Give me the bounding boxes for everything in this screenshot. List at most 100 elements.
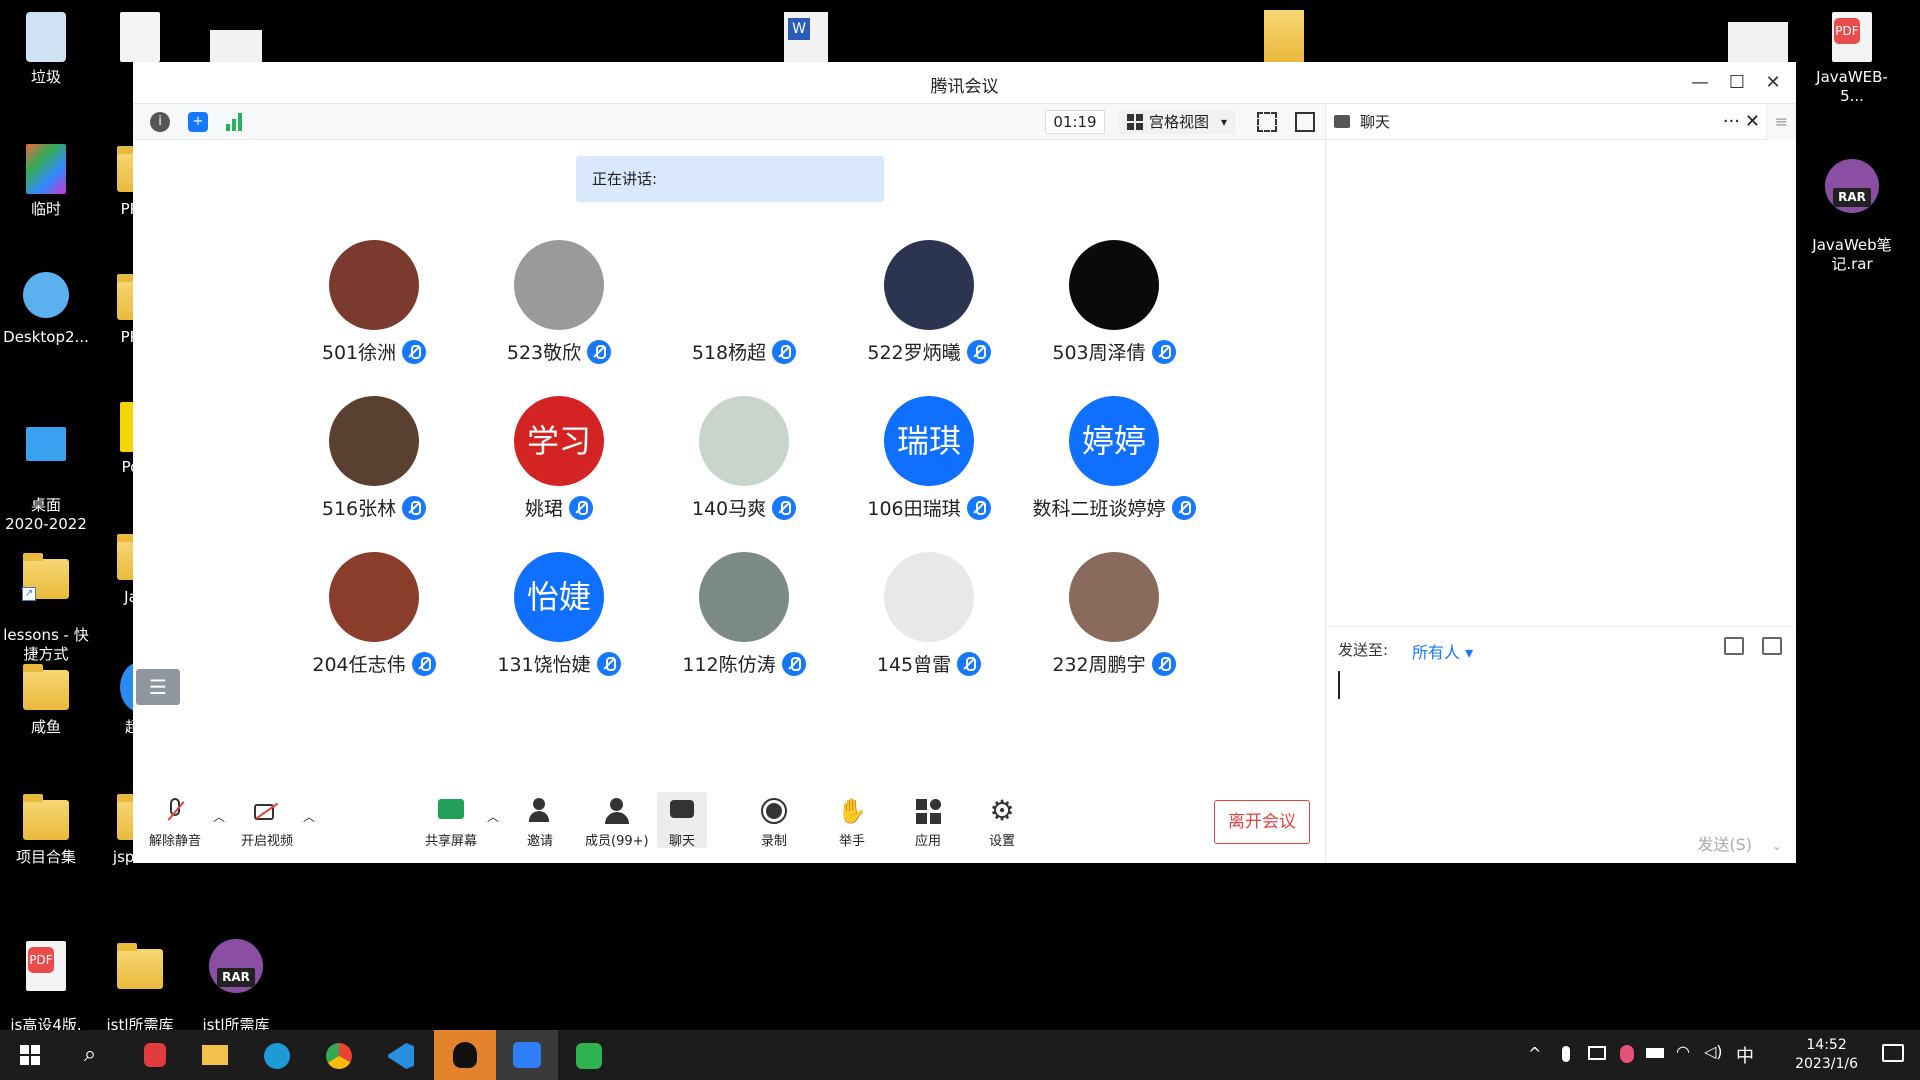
chrome-icon[interactable]	[318, 1035, 358, 1075]
raise-hand-button[interactable]: ✋ 举手	[837, 796, 867, 849]
search-icon[interactable]: ⌕	[70, 1035, 110, 1075]
participant-tile[interactable]: 婷婷 数科二班谈婷婷	[1021, 396, 1207, 521]
chevron-up-icon[interactable]: ︿	[213, 808, 225, 825]
tencent-meeting-icon[interactable]	[496, 1030, 558, 1080]
desktop-icon-recycle[interactable]: 垃圾	[0, 10, 92, 87]
rar-icon: RAR	[209, 939, 263, 993]
chat-button[interactable]: 聊天	[657, 792, 707, 849]
file-explorer-icon[interactable]	[194, 1035, 234, 1075]
microphone-icon[interactable]	[1562, 1046, 1570, 1062]
close-button[interactable]: ✕	[1759, 70, 1787, 96]
mic-muted-icon	[1151, 651, 1176, 676]
participant-tile[interactable]: 516张林	[281, 396, 467, 521]
send-button[interactable]: 发送(S)	[1697, 831, 1752, 855]
title-bar: 腾讯会议 — ☐ ✕	[133, 62, 1796, 104]
list-toggle-button[interactable]: ☰	[136, 669, 180, 705]
chat-panel: 聊天 ··· ✕ ≡ 发送至: 所有人 ▾ 发送(S) ⌄	[1325, 104, 1796, 863]
view-mode-label: 宫格视图	[1149, 113, 1210, 131]
members-button[interactable]: 成员(99+)	[585, 796, 649, 849]
desktop-icon-xianyu[interactable]: 咸鱼	[0, 660, 92, 737]
record-button[interactable]: 录制	[759, 796, 789, 849]
windows-start-icon[interactable]	[10, 1035, 50, 1075]
mic-muted-icon	[411, 651, 436, 676]
clock[interactable]: 14:52 2023/1/6	[1795, 1036, 1858, 1074]
chat-input[interactable]	[1338, 671, 1340, 699]
participant-tile[interactable]: 501徐洲	[281, 240, 467, 365]
signal-icon[interactable]	[226, 113, 246, 131]
participant-tile[interactable]: 232周鹏宇	[1021, 552, 1207, 677]
notification-icon[interactable]	[1882, 1044, 1904, 1062]
edge-icon[interactable]	[256, 1035, 296, 1075]
more-icon[interactable]: ···	[1723, 104, 1740, 140]
meeting-window: 腾讯会议 — ☐ ✕ i + 01:19 宫格视图 ▾ 正在讲话: 501徐洲 …	[133, 62, 1796, 863]
send-to-label: 发送至:	[1338, 641, 1389, 659]
document-icon[interactable]	[210, 30, 262, 62]
chat-icon	[667, 796, 697, 826]
shield-icon[interactable]: +	[188, 112, 208, 132]
green-app-icon[interactable]	[568, 1035, 608, 1075]
mic-off-icon	[160, 796, 190, 826]
view-mode-dropdown[interactable]: 宫格视图 ▾	[1119, 110, 1236, 134]
monitor-icon	[20, 419, 72, 473]
zip-folder-icon[interactable]	[1264, 10, 1304, 62]
apps-button[interactable]: 应用	[913, 796, 943, 849]
participant-tile[interactable]: 怡婕 131饶怡婕	[466, 552, 652, 677]
chevron-up-icon[interactable]: ^	[1528, 1044, 1541, 1063]
participant-name: 106田瑞琪	[867, 498, 961, 520]
sidebar-toggle-icon[interactable]	[1295, 112, 1315, 132]
participant-tile[interactable]: 瑞琪 106田瑞琪	[836, 396, 1022, 521]
unmute-button[interactable]: 解除静音	[149, 796, 201, 849]
volume-icon[interactable]: ◁)	[1704, 1042, 1723, 1061]
display-icon[interactable]	[1588, 1046, 1606, 1060]
qq-icon[interactable]	[434, 1030, 496, 1080]
word-icon[interactable]: W	[784, 12, 828, 62]
share-screen-button[interactable]: 共享屏幕	[425, 796, 477, 849]
clipboard-icon[interactable]	[1762, 637, 1782, 655]
participant-tile[interactable]: 112陈仿涛	[651, 552, 837, 677]
desktop-icon-temp[interactable]: 临时	[0, 142, 92, 219]
mic-muted-icon	[966, 495, 991, 520]
qq-tray-icon[interactable]	[1620, 1045, 1634, 1063]
info-icon[interactable]: i	[150, 112, 170, 132]
desktop-icon-projects[interactable]: 项目合集	[0, 790, 92, 867]
invite-button[interactable]: 邀请	[525, 796, 555, 849]
ppt-icon[interactable]	[1728, 22, 1788, 62]
leave-meeting-button[interactable]: 离开会议	[1214, 800, 1310, 844]
start-video-button[interactable]: 开启视频	[241, 796, 293, 849]
settings-button[interactable]: ⚙ 设置	[987, 796, 1017, 850]
participant-tile[interactable]: 204任志伟	[281, 552, 467, 677]
desktop-icon-javaweb-rar[interactable]: RAR JavaWeb笔 记.rar	[1806, 140, 1898, 293]
desktop-icon-label: 咸鱼	[30, 718, 61, 736]
folder-icon[interactable]	[1724, 637, 1744, 655]
desktop-icon-javaweb-pdf[interactable]: PDF JavaWEB-5...	[1806, 10, 1898, 106]
vscode-icon[interactable]	[380, 1035, 420, 1075]
ime-indicator[interactable]: 中	[1736, 1042, 1754, 1068]
chevron-down-icon: ▾	[1221, 115, 1228, 129]
participant-tile[interactable]: 518杨超	[651, 240, 837, 365]
recycle-bin-icon	[20, 10, 72, 64]
participant-tile[interactable]: 145曾雷	[836, 552, 1022, 677]
wifi-icon[interactable]: ◠	[1676, 1042, 1690, 1061]
minimize-button[interactable]: —	[1686, 70, 1714, 96]
security-app-icon[interactable]	[134, 1035, 174, 1075]
participant-tile[interactable]: 523敬欣	[466, 240, 652, 365]
avatar: 学习	[514, 396, 604, 486]
participant-tile[interactable]: 522罗炳曦	[836, 240, 1022, 365]
participant-tile[interactable]: 140马爽	[651, 396, 837, 521]
chevron-up-icon[interactable]: ︿	[303, 808, 315, 825]
menu-icon[interactable]: ≡	[1766, 104, 1796, 140]
avatar	[699, 396, 789, 486]
fullscreen-icon[interactable]	[1257, 112, 1277, 132]
battery-icon[interactable]	[1646, 1048, 1664, 1058]
desktop-icon-desktop2[interactable]: Desktop2...	[0, 270, 92, 347]
taskbar: ⌕ ^ ◠ ◁) 中 14:52 2023/1/6	[0, 1030, 1920, 1080]
chevron-up-icon[interactable]: ︿	[487, 808, 499, 825]
hand-icon: ✋	[837, 797, 867, 825]
chevron-down-icon[interactable]: ⌄	[1772, 839, 1782, 853]
meeting-control-bar: 解除静音 ︿ 开启视频 ︿ 共享屏幕 ︿ 邀请 成员(99+) 聊天 录制 ✋ …	[133, 788, 1325, 862]
participant-tile[interactable]: 学习 姚珺	[466, 396, 652, 521]
participant-tile[interactable]: 503周泽倩	[1021, 240, 1207, 365]
close-icon[interactable]: ✕	[1745, 104, 1760, 140]
send-to-dropdown[interactable]: 所有人 ▾	[1412, 639, 1473, 663]
maximize-button[interactable]: ☐	[1723, 70, 1751, 96]
